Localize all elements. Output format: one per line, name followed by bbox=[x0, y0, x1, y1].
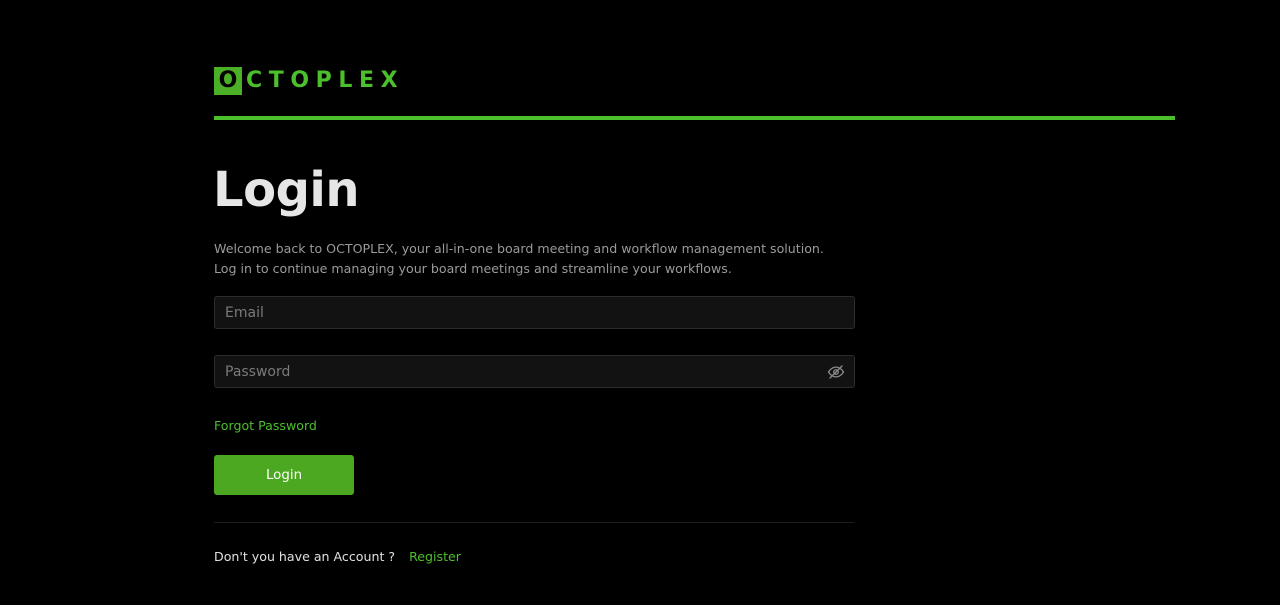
header-divider bbox=[214, 116, 1175, 120]
email-field-wrapper bbox=[214, 296, 855, 329]
register-link[interactable]: Register bbox=[409, 549, 461, 564]
brand-logo: O CTOPLEX bbox=[214, 67, 404, 95]
login-button[interactable]: Login bbox=[214, 455, 354, 495]
welcome-line-2: Log in to continue managing your board m… bbox=[214, 261, 732, 276]
welcome-line-1: Welcome back to OCTOPLEX, your all-in-on… bbox=[214, 241, 824, 256]
eye-slash-icon[interactable] bbox=[827, 363, 845, 381]
logo-mark: O bbox=[214, 67, 242, 95]
page-title: Login bbox=[213, 162, 360, 218]
register-question: Don't you have an Account ? bbox=[214, 549, 396, 564]
login-page: O CTOPLEX Login Welcome back to OCTOPLEX… bbox=[0, 0, 1280, 605]
welcome-text: Welcome back to OCTOPLEX, your all-in-on… bbox=[214, 239, 854, 279]
logo-wordmark: CTOPLEX bbox=[246, 68, 405, 93]
forgot-password-link[interactable]: Forgot Password bbox=[214, 417, 317, 435]
password-input[interactable] bbox=[215, 356, 854, 387]
password-field-wrapper bbox=[214, 355, 855, 388]
email-input[interactable] bbox=[215, 297, 854, 328]
footer-divider bbox=[214, 522, 854, 523]
register-prompt: Don't you have an Account ? Register bbox=[214, 548, 461, 566]
